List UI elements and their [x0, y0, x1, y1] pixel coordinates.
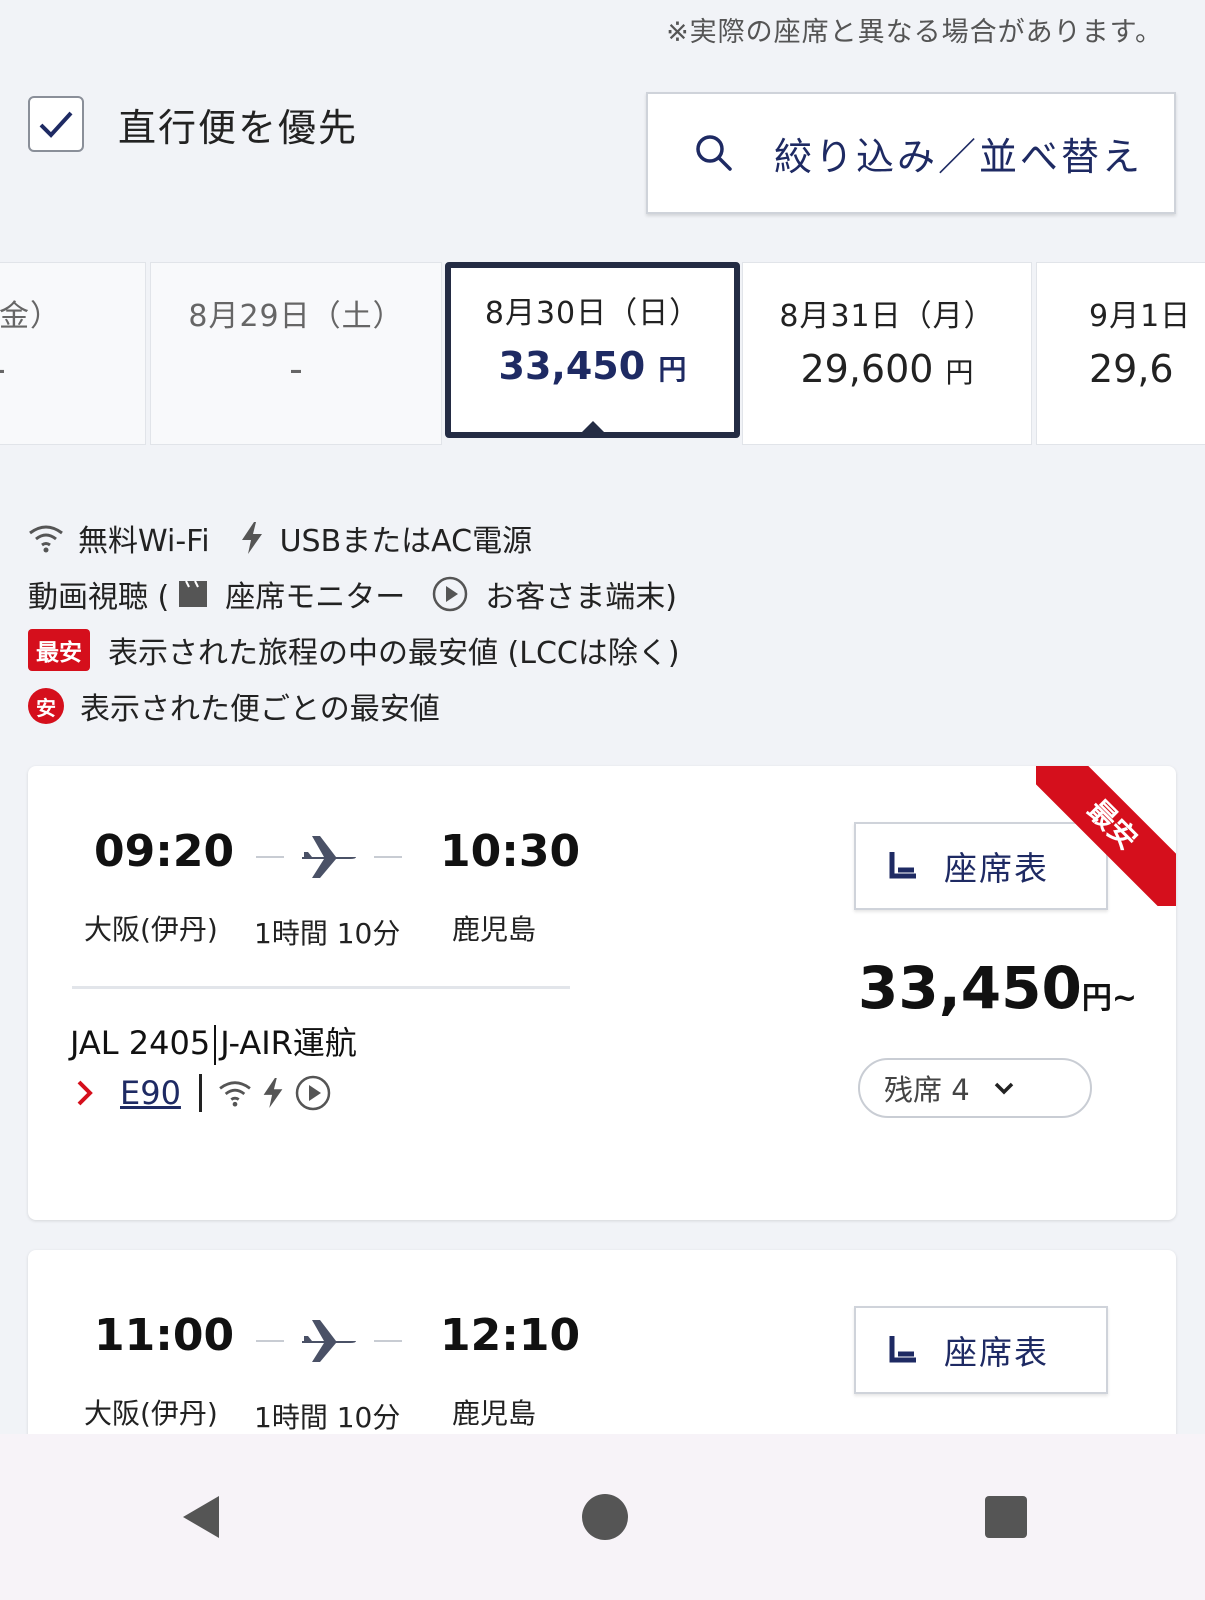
flight-search-results: ※実際の座席と異なる場合があります。 直行便を優先 絞り込み／並べ替え 日（金）… [0, 0, 1205, 1600]
search-icon [696, 135, 732, 171]
fare-price: 33,450円~ [858, 954, 1137, 1022]
arrival-time: 12:10 [440, 1310, 581, 1361]
legend-wifi-label: 無料Wi-Fi [78, 524, 210, 559]
seats-remaining-dropdown[interactable]: 残席 4 [858, 1058, 1092, 1118]
legend-flight-low-text: 表示された便ごとの最安値 [80, 692, 440, 727]
flight-duration: 1時間 10分 [254, 917, 401, 950]
play-icon [295, 1075, 331, 1111]
wifi-icon [29, 525, 63, 553]
seat-map-button[interactable]: 座席表 [854, 1306, 1108, 1394]
dash [374, 856, 402, 858]
legend-row-wifi-power: 無料Wi-Fi USBまたはAC電源 [28, 510, 680, 566]
power-icon [263, 1078, 283, 1108]
date-tab-sep1[interactable]: 9月1日 29,6 [1036, 262, 1205, 445]
filter-sort-button[interactable]: 絞り込み／並べ替え [646, 92, 1176, 214]
filter-sort-label: 絞り込み／並べ替え [774, 134, 1144, 179]
legend-lowest-text: 表示された旅程の中の最安値 (LCCは除く) [108, 636, 680, 671]
flight-path [256, 832, 402, 882]
fare-price-unit: 円~ [1081, 981, 1137, 1016]
date-label: 日（金） [0, 299, 61, 334]
legend-power-label: USBまたはAC電源 [279, 524, 533, 559]
date-price-value: 29,600 [800, 347, 934, 391]
fare-price-value: 33,450 [858, 954, 1082, 1022]
flight-path [256, 1316, 402, 1366]
date-label: 8月29日（土） [188, 299, 404, 334]
chevron-down-icon [994, 1082, 1013, 1095]
separator [198, 1074, 202, 1112]
flight-number-operator: JAL 2405 J-AIR運航 [70, 1018, 357, 1065]
aircraft-row: E90 [74, 1074, 332, 1112]
departure-time: 11:00 [94, 1310, 235, 1361]
flight-number: JAL 2405 [70, 1024, 211, 1062]
direct-flight-checkbox[interactable] [28, 96, 84, 152]
legend-row-lowest: 最安 表示された旅程の中の最安値 (LCCは除く) [28, 622, 680, 678]
legend-row-video: 動画視聴 ( 座席モニター お客さま端末) [28, 566, 680, 622]
date-price: - [289, 347, 303, 391]
legend-seat-monitor-label: 座席モニター [225, 580, 406, 615]
seat-icon [889, 1336, 916, 1363]
dash [256, 856, 284, 858]
direct-flight-toggle[interactable]: 直行便を優先 [28, 96, 358, 152]
date-price: 33,450 円 [451, 344, 734, 388]
lowest-fare-badge: 最安 [28, 629, 90, 671]
operator: J-AIR運航 [220, 1024, 357, 1062]
dash [374, 1340, 402, 1342]
seat-monitor-icon [179, 580, 208, 607]
recents-icon[interactable] [983, 1494, 1029, 1540]
seat-icon [889, 852, 916, 879]
seat-map-label: 座席表 [944, 1333, 1049, 1372]
back-icon[interactable] [177, 1492, 227, 1542]
date-price-unit: 円 [658, 353, 687, 386]
seat-notice: ※実際の座席と異なる場合があります。 [666, 17, 1163, 48]
date-label: 8月30日（日） [484, 296, 701, 331]
date-price: 29,600 円 [743, 347, 1031, 391]
system-navigation-bar [0, 1434, 1205, 1600]
home-icon[interactable] [580, 1492, 630, 1542]
flight-lowest-badge: 安 [28, 688, 64, 724]
date-tab-aug29[interactable]: 8月29日（土） - [150, 262, 442, 445]
power-icon [241, 522, 262, 554]
arrival-airport: 鹿児島 [452, 913, 537, 946]
legend-own-device-label: お客さま端末) [485, 580, 677, 615]
legend-row-flight-low: 安 表示された便ごとの最安値 [28, 678, 680, 734]
flight-card[interactable]: 11:00 12:10 大阪(伊丹) 1時間 10分 鹿児島 座席表 [28, 1250, 1176, 1450]
date-tab-prev2[interactable]: 日（金） - [0, 262, 146, 445]
play-icon [433, 576, 468, 612]
amenity-legend: 無料Wi-Fi USBまたはAC電源 動画視聴 ( 座席モニター お客さま端末)… [28, 510, 680, 734]
direct-flight-label: 直行便を優先 [118, 105, 359, 150]
arrival-time: 10:30 [440, 826, 581, 877]
dash [256, 1340, 284, 1342]
aircraft-type-link[interactable]: E90 [120, 1074, 181, 1112]
ribbon-label: 最安 [1036, 766, 1176, 906]
date-price: 29,6 [1089, 347, 1174, 391]
departure-airport: 大阪(伊丹) [84, 913, 218, 946]
date-price: - [0, 347, 145, 391]
separator [214, 1025, 217, 1065]
date-label: 8月31日（月） [779, 299, 995, 334]
flight-card[interactable]: 09:20 10:30 大阪(伊丹) 1時間 10分 鹿児島 JAL 2405 J… [28, 766, 1176, 1220]
flight-duration: 1時間 10分 [254, 1401, 401, 1434]
legend-video-label: 動画視聴 ( [28, 580, 170, 615]
airplane-icon [302, 836, 356, 878]
selected-date-pointer [575, 421, 610, 438]
departure-airport: 大阪(伊丹) [84, 1397, 218, 1430]
airplane-icon [302, 1320, 356, 1362]
seats-remaining-label: 残席 4 [884, 1073, 970, 1107]
date-selector: 日（金） - 8月29日（土） - 8月30日（日） 33,450 円 8月31… [0, 262, 1205, 447]
divider [72, 986, 570, 989]
chevron-right-icon[interactable] [74, 1077, 96, 1109]
arrival-airport: 鹿児島 [452, 1397, 537, 1430]
lowest-fare-ribbon: 最安 [1036, 766, 1176, 906]
wifi-icon [219, 1081, 251, 1107]
date-price-value: 33,450 [498, 344, 646, 388]
date-price-unit: 円 [945, 356, 974, 389]
departure-time: 09:20 [94, 826, 235, 877]
date-label: 9月1日 [1089, 299, 1192, 334]
date-tab-aug30-selected[interactable]: 8月30日（日） 33,450 円 [445, 262, 740, 438]
seat-map-label: 座席表 [944, 849, 1049, 888]
checkmark-icon [39, 111, 73, 138]
date-tab-aug31[interactable]: 8月31日（月） 29,600 円 [742, 262, 1032, 445]
